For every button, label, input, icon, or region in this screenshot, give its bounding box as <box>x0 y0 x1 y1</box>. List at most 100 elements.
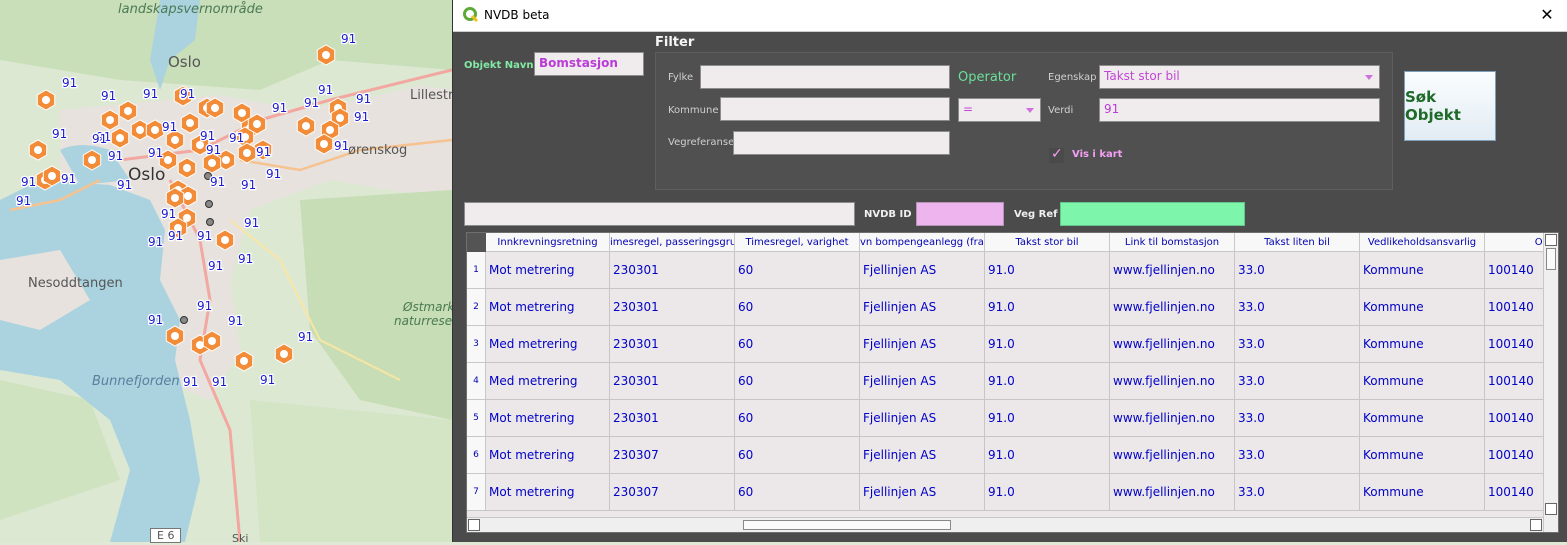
table-corner[interactable] <box>467 233 486 252</box>
vis-i-kart-checkbox[interactable]: ✓ <box>1049 146 1064 163</box>
table-cell[interactable]: Mot metrering <box>486 400 610 437</box>
toll-station-marker-center <box>171 136 179 144</box>
column-header[interactable]: Innkrevningsretning <box>486 233 610 252</box>
nvdb-id-field[interactable] <box>916 202 1004 226</box>
scroll-right-icon[interactable] <box>1530 519 1542 531</box>
vertical-scroll-thumb[interactable] <box>1546 248 1556 270</box>
toll-station-marker-center <box>164 156 172 164</box>
table-cell[interactable]: Fjellinjen AS <box>860 326 985 363</box>
table-cell[interactable]: www.fjellinjen.no <box>1110 474 1235 511</box>
title-bar[interactable]: NVDB beta ✕ <box>453 0 1567 32</box>
table-cell[interactable]: 91.0 <box>985 363 1110 400</box>
table-cell[interactable]: 33.0 <box>1235 437 1360 474</box>
table-cell[interactable]: 230307 <box>610 474 735 511</box>
table-cell[interactable]: Kommune <box>1360 326 1485 363</box>
vertical-scrollbar[interactable] <box>1543 233 1558 532</box>
column-header[interactable]: Link til bomstasjon <box>1110 233 1235 252</box>
table-cell[interactable]: Med metrering <box>486 363 610 400</box>
scroll-up-icon[interactable] <box>1545 234 1557 246</box>
row-number[interactable]: 3 <box>467 326 486 363</box>
column-header[interactable]: Takst stor bil <box>985 233 1110 252</box>
column-header[interactable]: Timesregel, varighet <box>735 233 860 252</box>
table-cell[interactable]: 60 <box>735 289 860 326</box>
table-cell[interactable]: www.fjellinjen.no <box>1110 289 1235 326</box>
table-cell[interactable]: Fjellinjen AS <box>860 252 985 289</box>
scroll-down-icon[interactable] <box>1545 503 1557 515</box>
table-cell[interactable]: Fjellinjen AS <box>860 437 985 474</box>
table-cell[interactable]: 60 <box>735 400 860 437</box>
table-cell[interactable]: 60 <box>735 252 860 289</box>
objekt-navn-input[interactable]: Bomstasjon <box>534 52 644 76</box>
row-number[interactable]: 2 <box>467 289 486 326</box>
veg-ref-field[interactable] <box>1060 202 1245 226</box>
table-cell[interactable]: 33.0 <box>1235 400 1360 437</box>
operator-select[interactable]: = <box>958 98 1041 122</box>
table-cell[interactable]: 230301 <box>610 400 735 437</box>
operator-value: = <box>963 102 974 116</box>
table-cell[interactable]: Kommune <box>1360 252 1485 289</box>
table-cell[interactable]: 91.0 <box>985 474 1110 511</box>
sok-objekt-button[interactable]: Søk Objekt <box>1404 71 1496 141</box>
table-cell[interactable]: www.fjellinjen.no <box>1110 252 1235 289</box>
column-header[interactable]: imesregel, passeringsgrupp <box>610 233 735 252</box>
table-cell[interactable]: Kommune <box>1360 437 1485 474</box>
table-cell[interactable]: 60 <box>735 474 860 511</box>
table-cell[interactable]: 230301 <box>610 252 735 289</box>
table-cell[interactable]: 91.0 <box>985 437 1110 474</box>
fylke-input[interactable] <box>700 65 950 89</box>
table-cell[interactable]: Fjellinjen AS <box>860 289 985 326</box>
row-number[interactable]: 7 <box>467 474 486 511</box>
horizontal-scroll-thumb[interactable] <box>743 520 951 530</box>
row-number[interactable]: 5 <box>467 400 486 437</box>
table-cell[interactable]: Mot metrering <box>486 289 610 326</box>
table-cell[interactable]: 33.0 <box>1235 289 1360 326</box>
table-cell[interactable]: 60 <box>735 363 860 400</box>
table-cell[interactable]: 33.0 <box>1235 252 1360 289</box>
table-cell[interactable]: 230307 <box>610 437 735 474</box>
table-cell[interactable]: Med metrering <box>486 326 610 363</box>
table-cell[interactable]: Kommune <box>1360 474 1485 511</box>
table-cell[interactable]: 91.0 <box>985 252 1110 289</box>
table-cell[interactable]: Kommune <box>1360 400 1485 437</box>
vegreferanse-input[interactable] <box>733 131 950 155</box>
toll-station-marker-center <box>302 122 310 130</box>
table-cell[interactable]: 230301 <box>610 326 735 363</box>
results-table[interactable]: Innkrevningsretning imesregel, passerings… <box>466 232 1559 533</box>
table-cell[interactable]: Fjellinjen AS <box>860 400 985 437</box>
table-cell[interactable]: 91.0 <box>985 289 1110 326</box>
table-cell[interactable]: 230301 <box>610 363 735 400</box>
close-icon[interactable]: ✕ <box>1536 5 1558 25</box>
table-cell[interactable]: 91.0 <box>985 400 1110 437</box>
table-cell[interactable]: www.fjellinjen.no <box>1110 437 1235 474</box>
verdi-input[interactable]: 91 <box>1099 98 1380 122</box>
toll-value-label: 91 <box>212 375 227 389</box>
table-cell[interactable]: 91.0 <box>985 326 1110 363</box>
table-cell[interactable]: 60 <box>735 326 860 363</box>
egenskap-select[interactable]: Takst stor bil <box>1099 65 1380 89</box>
row-number[interactable]: 6 <box>467 437 486 474</box>
column-header[interactable]: Takst liten bil <box>1235 233 1360 252</box>
table-cell[interactable]: www.fjellinjen.no <box>1110 326 1235 363</box>
table-cell[interactable]: Kommune <box>1360 289 1485 326</box>
table-cell[interactable]: 33.0 <box>1235 326 1360 363</box>
status-input[interactable] <box>464 202 855 226</box>
table-cell[interactable]: Fjellinjen AS <box>860 363 985 400</box>
table-cell[interactable]: www.fjellinjen.no <box>1110 400 1235 437</box>
scroll-left-icon[interactable] <box>468 519 480 531</box>
column-header[interactable]: vn bompengeanlegg (fra C <box>860 233 985 252</box>
table-cell[interactable]: Mot metrering <box>486 252 610 289</box>
table-cell[interactable]: Mot metrering <box>486 474 610 511</box>
table-cell[interactable]: Kommune <box>1360 363 1485 400</box>
horizontal-scrollbar[interactable] <box>467 517 1543 532</box>
row-number[interactable]: 1 <box>467 252 486 289</box>
table-cell[interactable]: Fjellinjen AS <box>860 474 985 511</box>
table-cell[interactable]: 60 <box>735 437 860 474</box>
table-cell[interactable]: 230301 <box>610 289 735 326</box>
table-cell[interactable]: Mot metrering <box>486 437 610 474</box>
table-cell[interactable]: 33.0 <box>1235 363 1360 400</box>
table-cell[interactable]: www.fjellinjen.no <box>1110 363 1235 400</box>
table-cell[interactable]: 33.0 <box>1235 474 1360 511</box>
kommune-input[interactable] <box>720 97 950 121</box>
row-number[interactable]: 4 <box>467 363 486 400</box>
column-header[interactable]: Vedlikeholdsansvarlig <box>1360 233 1485 252</box>
